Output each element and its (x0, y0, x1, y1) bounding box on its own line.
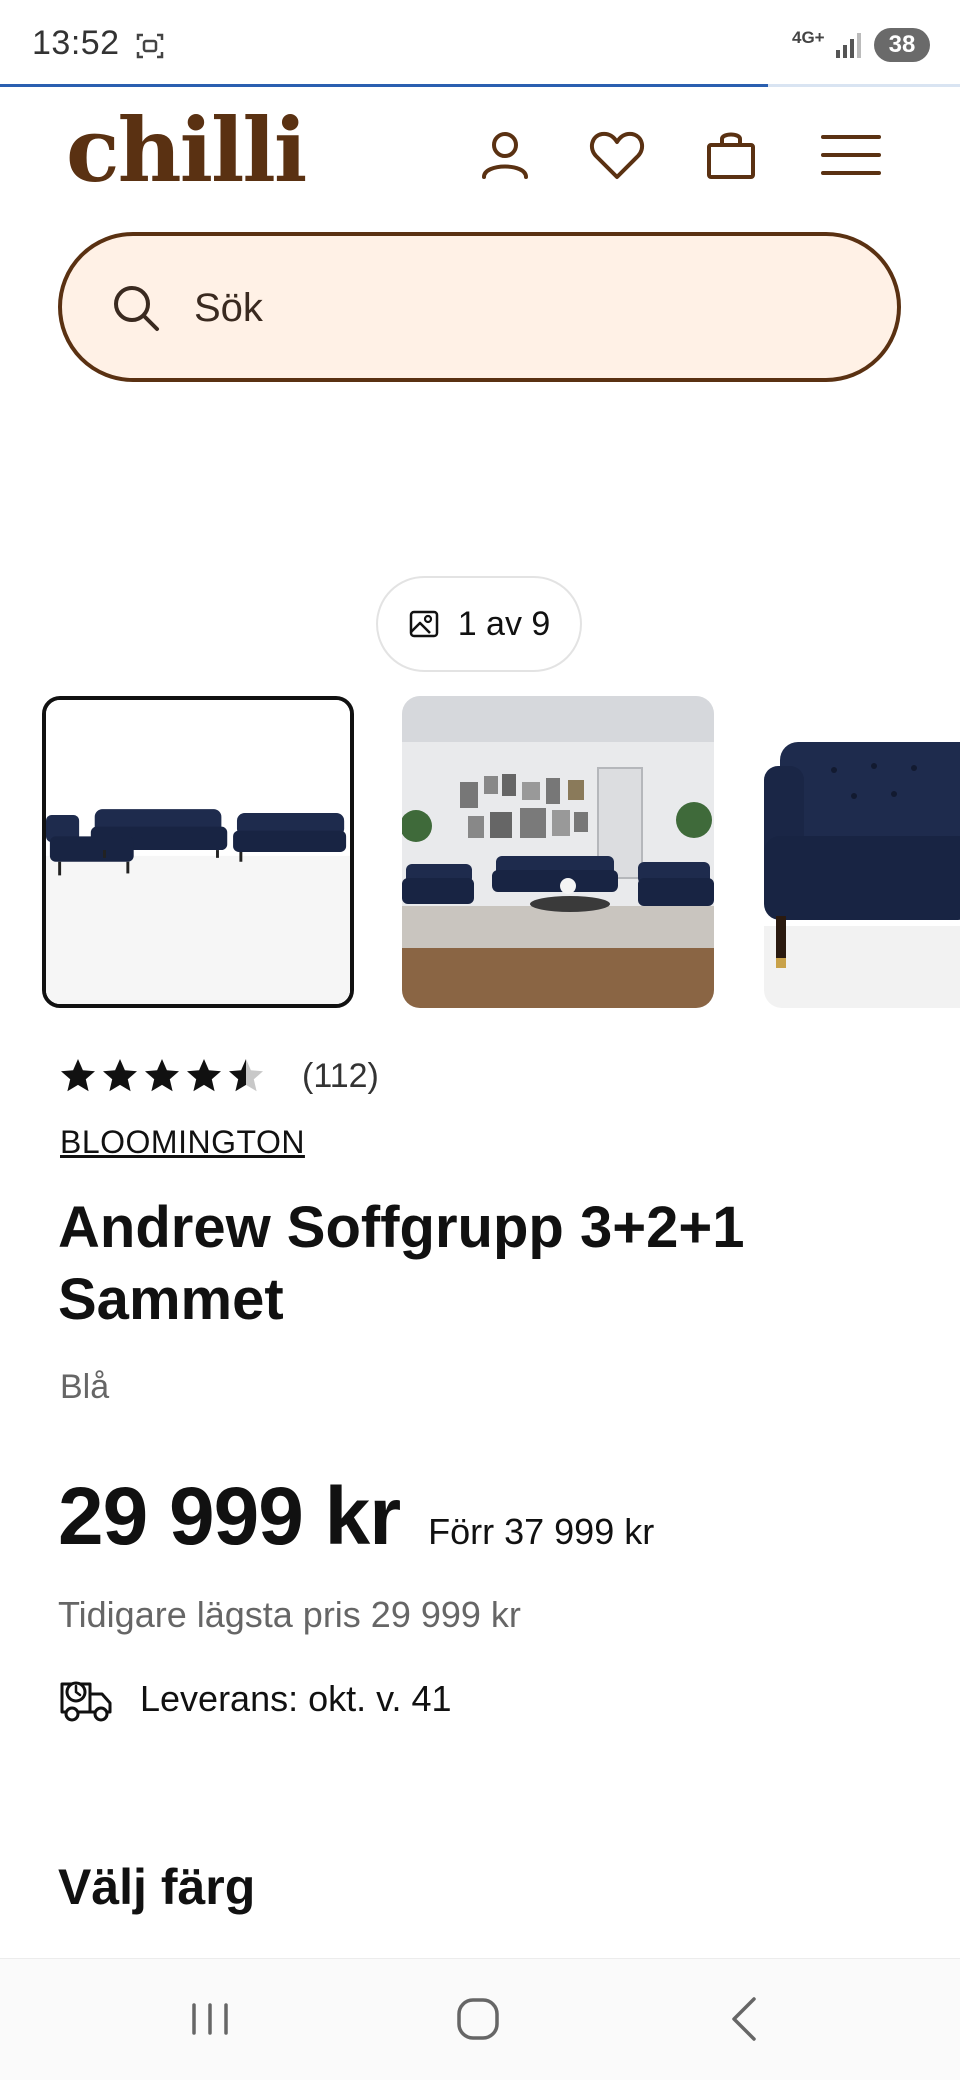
status-time: 13:52 (32, 24, 120, 62)
status-bar: 13:52 4G+ 38 (0, 0, 960, 86)
back-icon (732, 1997, 756, 2041)
system-nav-bar (0, 1958, 960, 2080)
review-count: (112) (302, 1056, 379, 1095)
gallery-thumbnail-1[interactable] (42, 696, 354, 1008)
gallery-thumbnail-2[interactable] (402, 696, 714, 1008)
screenshot-icon (136, 33, 164, 59)
product-photo-3 (764, 696, 960, 1008)
gallery-counter-text: 1 av 9 (457, 604, 551, 643)
lowest-price-note: Tidigare lägsta pris 29 999 kr (58, 1594, 521, 1635)
gallery-thumbnail-3[interactable] (764, 696, 960, 1008)
current-price: 29 999 kr (58, 1471, 401, 1562)
rating-stars (58, 1056, 266, 1096)
search-bar[interactable] (58, 232, 901, 382)
home-icon (457, 1998, 499, 2040)
search-icon (114, 286, 159, 331)
network-type: 4G+ (792, 28, 825, 47)
image-icon (409, 610, 438, 638)
product-title: Andrew Soffgrupp 3+2+1 Sammet (58, 1192, 898, 1336)
page-load-progress-fill (0, 84, 768, 87)
menu-icon (821, 135, 881, 175)
delivery-info: Leverans: okt. v. 41 (58, 1670, 452, 1728)
signal-icon (836, 33, 861, 58)
cart-button[interactable] (700, 124, 762, 186)
heart-icon (589, 131, 645, 179)
price-row: 29 999 kr Förr 37 999 kr (58, 1470, 654, 1564)
product-title-line1: Andrew Soffgrupp 3+2+1 (58, 1195, 745, 1260)
star-icon (145, 1059, 179, 1092)
back-button[interactable] (716, 1989, 776, 2049)
product-photo-2 (402, 696, 714, 1008)
product-photo-1 (46, 700, 350, 1004)
star-icon (229, 1059, 263, 1092)
star-icon (61, 1059, 95, 1092)
delivery-truck-icon (60, 1681, 112, 1722)
choose-color-heading: Välj färg (58, 1859, 256, 1915)
product-color: Blå (60, 1368, 110, 1406)
wishlist-button[interactable] (586, 124, 648, 186)
brand-link[interactable]: BLOOMINGTON (60, 1124, 305, 1161)
gallery-counter[interactable]: 1 av 9 (376, 576, 582, 672)
page-load-progress (0, 84, 960, 87)
previous-price: Förr 37 999 kr (428, 1511, 655, 1552)
star-icon (103, 1059, 137, 1092)
battery-indicator: 38 (874, 28, 930, 62)
home-button[interactable] (448, 1989, 508, 2049)
account-button[interactable] (474, 124, 536, 186)
product-title-line2: Sammet (58, 1267, 284, 1332)
recent-apps-button[interactable] (180, 1989, 240, 2049)
delivery-text: Leverans: okt. v. 41 (140, 1678, 452, 1719)
chilli-logo[interactable]: chilli (66, 106, 307, 194)
recent-apps-icon (192, 2003, 228, 2035)
bag-icon (707, 132, 755, 179)
search-input[interactable] (194, 278, 834, 338)
account-icon (482, 132, 528, 179)
menu-button[interactable] (820, 124, 882, 186)
product-rating[interactable]: (112) (58, 1056, 379, 1096)
star-icon (187, 1059, 221, 1092)
